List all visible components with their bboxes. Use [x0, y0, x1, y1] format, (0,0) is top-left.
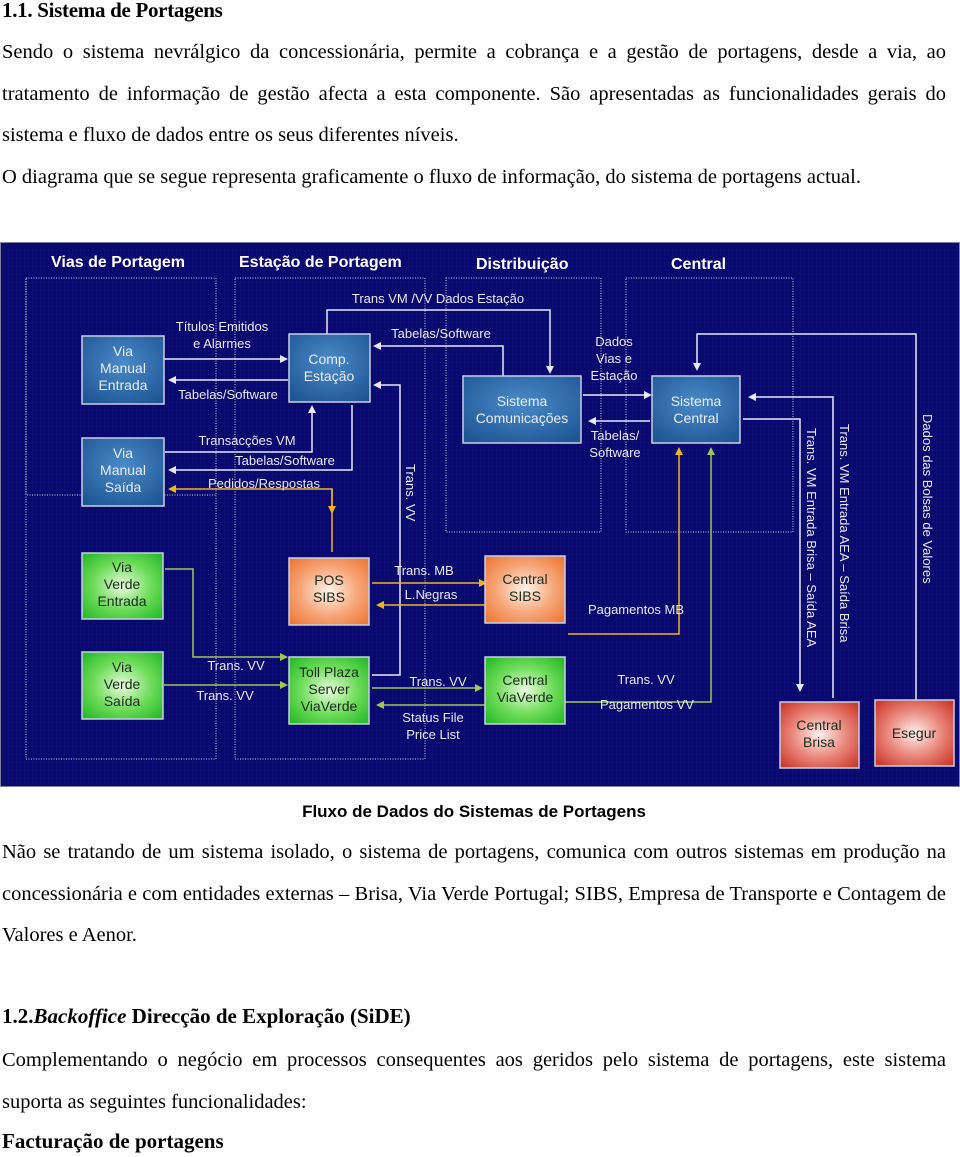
- external-systems-paragraph: Não se tratando de um sistema isolado, o…: [2, 841, 946, 946]
- flow-transaccoes-vm: Transacções VM: [198, 433, 295, 448]
- flow-dados-bolsas: Dados das Bolsas de Valores: [920, 414, 935, 584]
- label-pos-sibs: POS SIBS: [313, 572, 345, 605]
- flow-trans-vv-vertical: Trans. VV: [403, 464, 418, 522]
- flow-trans-vv-4: Trans. VV: [617, 672, 675, 687]
- zone-title-vias: Vias de Portagem: [51, 254, 185, 271]
- label-central-sibs: Central SIBS: [502, 571, 547, 604]
- flow-trans-vv-2: Trans. VV: [196, 688, 254, 703]
- flow-trans-vm-brisa-aea: Trans. VM Entrada Brisa – Saída AEA: [804, 428, 819, 648]
- label-comp-estacao: Comp. Estação: [304, 351, 355, 384]
- flow-dados-vias: Dados Vias e Estação: [591, 334, 638, 383]
- subheading-facturacao: Facturação de portagens: [2, 1129, 224, 1153]
- flow-pagamentos-vv: Pagamentos VV: [600, 697, 694, 712]
- diagram-intro-text: O diagrama que se segue representa grafi…: [2, 165, 861, 188]
- section-heading-1-2: 1.2.Backoffice Direcção de Exploração (S…: [2, 1004, 411, 1029]
- section-heading-italic: Backoffice: [33, 1004, 127, 1028]
- figure-caption: Fluxo de Dados do Sistemas de Portagens: [302, 802, 646, 821]
- label-esegur: Esegur: [892, 725, 937, 741]
- flow-trans-mb: Trans. MB: [394, 563, 453, 578]
- flow-trans-vm-aea-brisa: Trans. VM Entrada AEA – Saída Brisa: [837, 424, 852, 643]
- label-central-brisa: Central Brisa: [796, 717, 841, 750]
- backoffice-paragraph: Complementando o negócio em processos co…: [2, 1049, 946, 1113]
- flow-l-negras: L.Negras: [405, 587, 458, 602]
- flow-trans-vv-1: Trans. VV: [207, 658, 265, 673]
- flow-trans-vm-vv: Trans VM /VV Dados Estação: [352, 291, 524, 306]
- flow-tabelas-3: Tabelas/Software: [391, 326, 491, 341]
- flow-trans-vv-3: Trans. VV: [409, 674, 467, 689]
- flow-tabelas-1: Tabelas/Software: [178, 387, 278, 402]
- zone-title-central: Central: [671, 256, 726, 273]
- flow-pagamentos-mb: Pagamentos MB: [588, 602, 684, 617]
- intro-paragraph: Sendo o sistema nevrálgico da concession…: [2, 32, 946, 198]
- zone-title-distribuicao: Distribuição: [476, 256, 569, 273]
- label-central-viaverde: Central ViaVerde: [497, 672, 554, 705]
- data-flow-diagram: Vias de Portagem Estação de Portagem Dis…: [0, 242, 960, 787]
- section-number: 1.2.: [2, 1004, 34, 1028]
- intro-paragraph-text: Sendo o sistema nevrálgico da concession…: [2, 41, 946, 146]
- section-heading-rest: Direcção de Exploração (SiDE): [126, 1004, 411, 1028]
- flow-pedidos: Pedidos/Respostas: [208, 476, 321, 491]
- section-heading-1-1: 1.1. Sistema de Portagens: [2, 0, 223, 22]
- zone-title-estacao: Estação de Portagem: [239, 254, 402, 271]
- flow-tabelas-2: Tabelas/Software: [235, 453, 335, 468]
- label-sistema-central: Sistema Central: [671, 393, 722, 426]
